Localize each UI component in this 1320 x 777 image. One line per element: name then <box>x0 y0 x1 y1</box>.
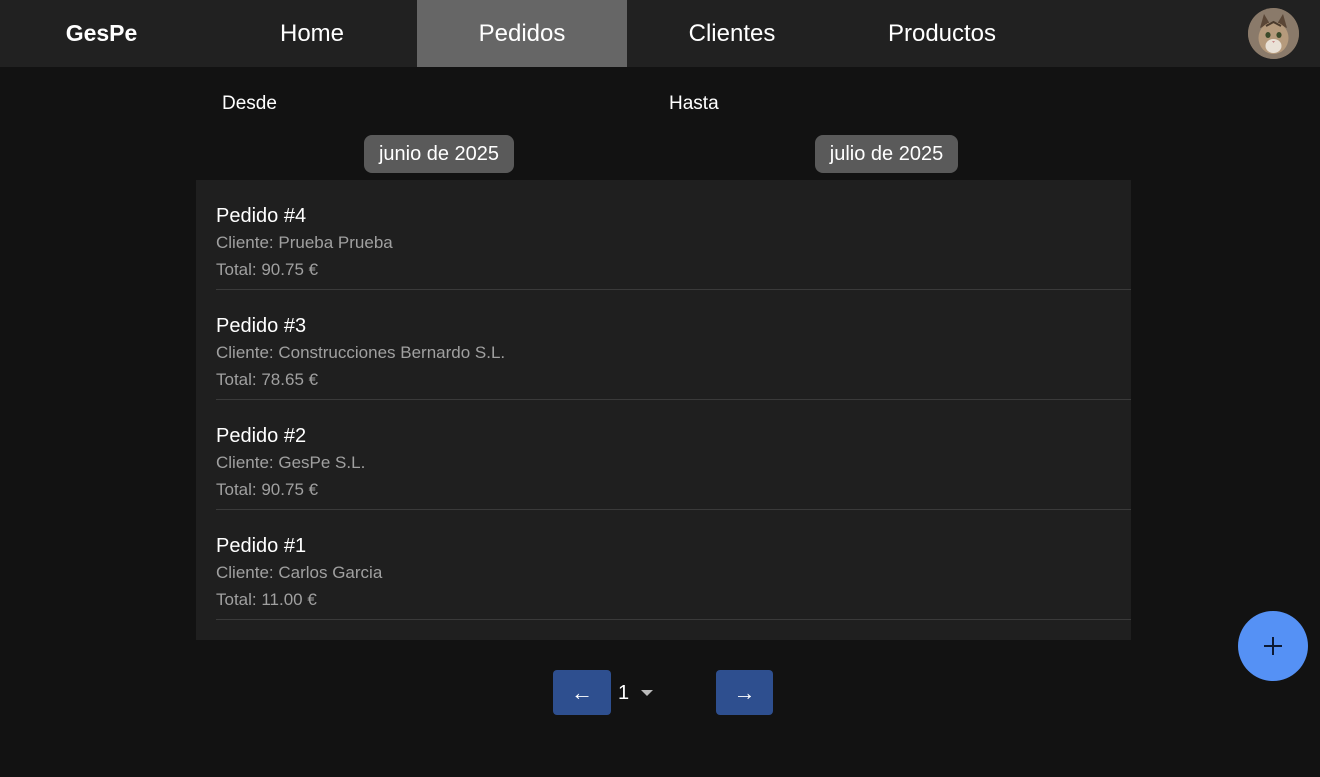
list-item[interactable]: Pedido #4 Cliente: Prueba Prueba Total: … <box>216 180 1131 290</box>
order-client: Cliente: Construcciones Bernardo S.L. <box>216 343 506 362</box>
list-item[interactable]: Pedido #2 Cliente: GesPe S.L. Total: 90.… <box>216 400 1131 510</box>
order-total: Total: 11.00 € <box>216 590 317 609</box>
order-title: Pedido #3 <box>216 315 307 337</box>
desde-date-picker[interactable]: junio de 2025 <box>364 135 514 173</box>
prev-page-button[interactable]: ← <box>553 670 611 715</box>
current-page-number: 1 <box>618 681 630 704</box>
cat-avatar-icon <box>1248 8 1299 59</box>
next-page-button[interactable]: → <box>716 670 773 715</box>
orders-list: Pedido #4 Cliente: Prueba Prueba Total: … <box>196 180 1131 640</box>
desde-label: Desde <box>222 93 277 114</box>
order-title: Pedido #1 <box>216 535 307 557</box>
add-order-button[interactable] <box>1238 611 1308 681</box>
user-avatar[interactable] <box>1248 8 1299 59</box>
order-client: Cliente: Prueba Prueba <box>216 233 393 252</box>
nav-item-productos[interactable]: Productos <box>837 0 1047 67</box>
page-select[interactable]: 1 <box>615 678 660 708</box>
order-total: Total: 90.75 € <box>216 480 319 499</box>
list-item[interactable]: Pedido #3 Cliente: Construcciones Bernar… <box>216 290 1131 400</box>
hasta-label: Hasta <box>669 93 719 114</box>
order-total: Total: 90.75 € <box>216 260 319 279</box>
nav-item-home[interactable]: Home <box>207 0 417 67</box>
caret-down-icon <box>641 690 654 696</box>
order-client: Cliente: GesPe S.L. <box>216 453 366 472</box>
brand-logo[interactable]: GesPe <box>0 0 203 67</box>
nav-item-pedidos[interactable]: Pedidos <box>417 0 627 67</box>
order-title: Pedido #2 <box>216 425 307 447</box>
order-client: Cliente: Carlos Garcia <box>216 563 383 582</box>
hasta-date-picker[interactable]: julio de 2025 <box>815 135 958 173</box>
order-title: Pedido #4 <box>216 205 307 227</box>
plus-icon <box>1264 637 1282 655</box>
nav-item-clientes[interactable]: Clientes <box>627 0 837 67</box>
top-navbar: GesPe Home Pedidos Clientes Productos <box>0 0 1320 67</box>
order-total: Total: 78.65 € <box>216 370 319 389</box>
list-item[interactable]: Pedido #1 Cliente: Carlos Garcia Total: … <box>216 510 1131 620</box>
